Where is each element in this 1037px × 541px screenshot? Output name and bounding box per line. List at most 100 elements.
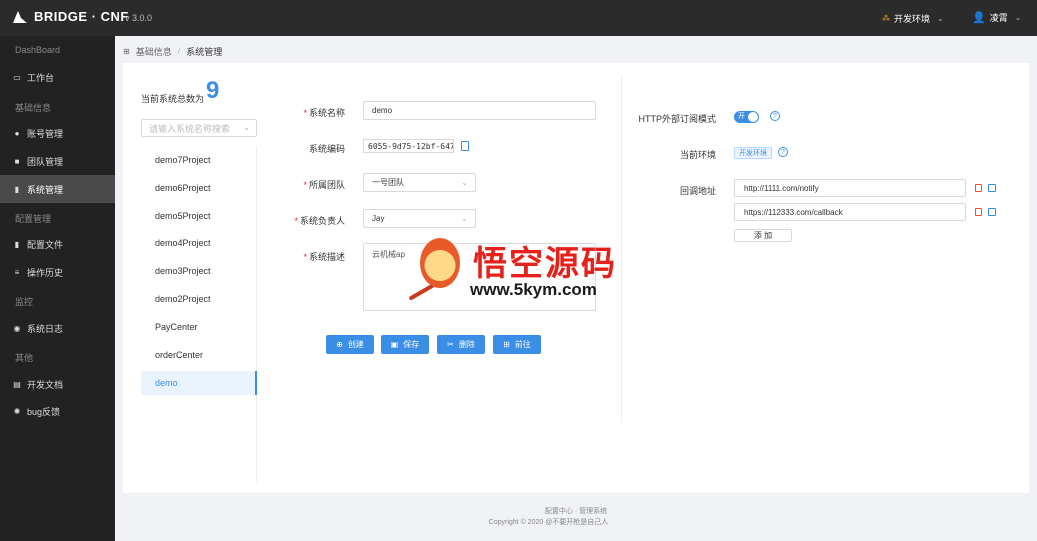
owner-select[interactable]: Jay ⌄ [363, 209, 476, 228]
breadcrumb-current: 系统管理 [186, 46, 223, 57]
add-callback-button[interactable]: 添 加 [734, 229, 792, 242]
sidebar-item-history[interactable]: ≡ 操作历史 [0, 258, 115, 286]
system-search-input[interactable]: 请输入系统名称搜索 ⌄ [141, 119, 257, 137]
copy-icon[interactable] [461, 141, 469, 151]
sidebar-item-bug-feedback[interactable]: ✺ bug反馈 [0, 397, 115, 425]
scissors-icon: ✂ [447, 340, 454, 349]
env-tag: 开发环境 [734, 147, 772, 159]
monkey-face-icon [420, 238, 460, 288]
sidebar-item-label: 系统日志 [27, 323, 64, 334]
delete-button-label: 删除 [458, 340, 475, 349]
window-icon: ⊞ [503, 340, 510, 349]
breadcrumb-separator: / [177, 46, 181, 56]
top-bar: BRIDGE · CNF v 3.0.0 ⁂ 开发环境 ⌄ 👤 凌霄 ⌄ [0, 0, 1037, 36]
project-item-active[interactable]: demo [141, 371, 257, 395]
env-icon: ⁂ [882, 14, 890, 23]
file-icon: ▮ [14, 184, 20, 194]
help-icon[interactable]: ? [778, 147, 788, 157]
team-icon: ■ [14, 156, 20, 166]
sidebar-item-dev-docs[interactable]: ▤ 开发文档 [0, 370, 115, 398]
sidebar-item-label: 配置文件 [27, 239, 64, 250]
sidebar-item-label: bug反馈 [27, 406, 61, 417]
callback-label: 回调地址 [679, 186, 716, 196]
project-item[interactable]: orderCenter [141, 343, 257, 367]
toggle-text: 开 [738, 113, 745, 120]
sidebar-group-other: 其他 [15, 353, 34, 363]
config-file-icon: ▮ [14, 239, 20, 249]
sidebar-item-teams[interactable]: ■ 团队管理 [0, 147, 115, 175]
user-avatar-icon: 👤 [972, 12, 986, 24]
project-item[interactable]: demo3Project [141, 259, 257, 283]
delete-file-icon[interactable] [975, 208, 982, 216]
team-select-value: 一号团队 [372, 178, 404, 187]
system-code-field: 6055-9d75-12bf-647b [363, 139, 454, 153]
sidebar-item-workbench[interactable]: ▭ 工作台 [0, 63, 115, 91]
system-code-label: 系统编码 [308, 144, 345, 154]
delete-file-icon[interactable] [975, 184, 982, 192]
sidebar-group-basic-info: 基础信息 [15, 103, 52, 113]
project-item[interactable]: demo7Project [141, 148, 257, 172]
sidebar-item-label: 开发文档 [27, 379, 64, 390]
watermark-title: 悟空源码 [473, 244, 617, 284]
sidebar-item-accounts[interactable]: ● 账号管理 [0, 119, 115, 147]
save-button-label: 保存 [403, 340, 420, 349]
bird-logo-icon [13, 10, 27, 23]
owner-label: * 系统负责人 [294, 216, 345, 226]
save-icon: ▣ [390, 340, 399, 349]
current-env-label: 当前环境 [679, 150, 716, 160]
watermark-url: www.5kym.com [470, 280, 597, 299]
sidebar-group-monitor: 监控 [15, 297, 34, 307]
project-item[interactable]: PayCenter [141, 315, 257, 339]
delete-button[interactable]: ✂ 删除 [437, 335, 485, 354]
total-systems-label: 当前系统总数为 [141, 94, 205, 104]
sidebar-item-config-files[interactable]: ▮ 配置文件 [0, 230, 115, 258]
save-icon[interactable] [988, 184, 996, 192]
description-label: * 系统描述 [303, 252, 345, 262]
project-item[interactable]: demo4Project [141, 231, 257, 255]
chevron-down-icon: ⌄ [461, 214, 468, 223]
breadcrumb: ⊞ 基础信息 / 系统管理 [123, 44, 222, 58]
sidebar-item-system-log[interactable]: ◉ 系统日志 [0, 314, 115, 342]
grid-icon: ⊞ [123, 46, 130, 56]
plus-circle-icon: ⊕ [336, 340, 343, 349]
team-select[interactable]: 一号团队 ⌄ [363, 173, 476, 192]
app-version: v 3.0.0 [125, 13, 153, 23]
env-switcher[interactable]: ⁂ 开发环境 ⌄ [882, 12, 944, 25]
sidebar-group-config: 配置管理 [15, 214, 52, 224]
team-label: * 所属团队 [303, 180, 345, 190]
search-placeholder: 请输入系统名称搜索 [149, 123, 231, 134]
create-button[interactable]: ⊕ 创建 [326, 335, 374, 354]
app-logo[interactable]: BRIDGE · CNF [12, 9, 129, 24]
book-icon: ▤ [13, 379, 21, 389]
panel-divider [621, 75, 622, 423]
chevron-down-icon: ⌄ [243, 123, 250, 132]
save-button[interactable]: ▣ 保存 [381, 335, 429, 354]
system-name-input[interactable]: demo [363, 101, 596, 120]
http-mode-toggle[interactable]: 开 [734, 111, 759, 123]
owner-select-value: Jay [372, 214, 385, 223]
sidebar: DashBoard ▭ 工作台 基础信息 ● 账号管理 ■ 团队管理 ▮ 系统管… [0, 36, 115, 541]
chevron-down-icon: ⌄ [1014, 13, 1022, 22]
sidebar-item-label: 工作台 [27, 72, 55, 83]
bug-icon: ✺ [13, 406, 21, 416]
help-icon[interactable]: ? [770, 111, 780, 121]
callback-url-input[interactable]: http://1111.com/notify [734, 179, 966, 197]
save-icon[interactable] [988, 208, 996, 216]
project-item[interactable]: demo6Project [141, 176, 257, 200]
breadcrumb-parent[interactable]: 基础信息 [136, 45, 172, 58]
project-item[interactable]: demo2Project [141, 287, 257, 311]
sidebar-group-dashboard: DashBoard [15, 45, 61, 55]
chevron-down-icon: ⌄ [461, 178, 468, 187]
user-menu[interactable]: 👤 凌霄 ⌄ [972, 11, 1021, 24]
app-name: BRIDGE · CNF [34, 9, 129, 24]
watermark-logo: 悟空源码 www.5kym.com [408, 236, 640, 306]
callback-url-input[interactable]: https://112333.com/callback [734, 203, 966, 221]
project-item[interactable]: demo5Project [141, 204, 257, 228]
goto-button-label: 前往 [514, 340, 531, 349]
chevron-down-icon: ⌄ [937, 14, 944, 23]
sidebar-item-label: 操作历史 [27, 267, 64, 278]
log-icon: ◉ [13, 323, 21, 333]
sidebar-item-systems[interactable]: ▮ 系统管理 [0, 175, 115, 203]
goto-button[interactable]: ⊞ 前往 [493, 335, 541, 354]
system-name-value: demo [372, 106, 393, 115]
